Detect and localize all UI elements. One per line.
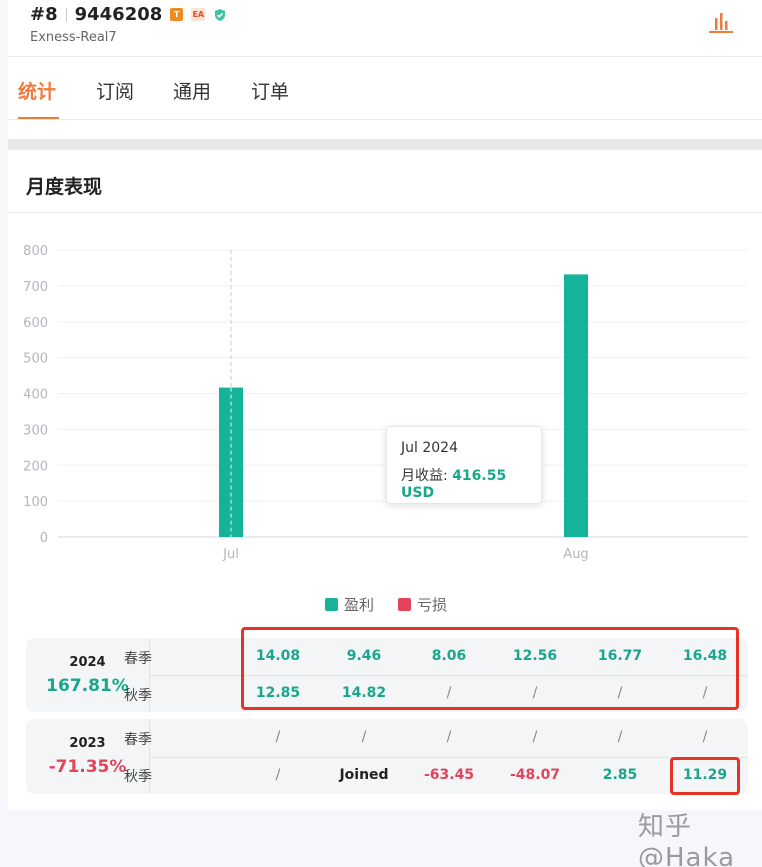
monthly-bar-chart[interactable]: 0 100 200 300 400 500 600 700 800 Jul Aug bbox=[0, 230, 762, 570]
account-title: #8 9446208 T EA bbox=[30, 4, 227, 25]
account-id: 9446208 bbox=[74, 4, 163, 25]
performance-cell: / bbox=[275, 729, 281, 745]
legend-swatch-loss bbox=[398, 598, 411, 611]
legend-label-profit: 盈利 bbox=[344, 596, 375, 614]
year-label: 2023 bbox=[69, 736, 106, 751]
server-name: Exness-Real7 bbox=[30, 30, 117, 45]
y-tick-label: 800 bbox=[23, 244, 48, 259]
performance-cell: / bbox=[275, 767, 281, 783]
row-divider bbox=[149, 757, 748, 758]
tab-subscribe[interactable]: 订阅 bbox=[96, 77, 134, 104]
legend-swatch-profit bbox=[325, 598, 338, 611]
section-divider bbox=[8, 212, 762, 213]
performance-cell: / bbox=[532, 729, 538, 745]
row-label-autumn: 秋季 bbox=[124, 688, 152, 704]
rank-label: #8 bbox=[30, 4, 58, 25]
tab-general[interactable]: 通用 bbox=[173, 77, 211, 104]
year-label: 2024 bbox=[69, 654, 106, 670]
year-total: -71.35% bbox=[48, 757, 127, 777]
chart-tooltip: Jul 2024 月收益: 416.55 USD bbox=[386, 426, 542, 504]
y-tick-label: 400 bbox=[23, 388, 48, 403]
row-label-spring: 春季 bbox=[124, 651, 152, 667]
y-tick-label: 300 bbox=[23, 423, 48, 438]
watermark: 知乎 @Haka bbox=[638, 812, 736, 867]
title-separator bbox=[65, 7, 67, 22]
y-tick-label: 700 bbox=[23, 280, 48, 295]
ea-badge: EA bbox=[191, 8, 206, 21]
verified-shield-icon bbox=[215, 8, 226, 21]
performance-cell: / bbox=[617, 729, 623, 745]
tooltip-label: 月收益: bbox=[401, 468, 448, 484]
bar-chart-icon[interactable] bbox=[708, 10, 734, 34]
tooltip-title: Jul 2024 bbox=[401, 440, 458, 456]
y-tick-label: 200 bbox=[23, 459, 48, 474]
y-tick-label: 600 bbox=[23, 316, 48, 331]
performance-cell: -63.45 bbox=[423, 767, 475, 783]
x-tick-label: Aug bbox=[563, 547, 588, 562]
header-divider bbox=[8, 56, 762, 57]
legend-item-loss[interactable]: 亏损 bbox=[398, 594, 447, 615]
y-tick-label: 0 bbox=[40, 531, 48, 546]
row-label-spring: 春季 bbox=[124, 732, 152, 748]
performance-cell: -48.07 bbox=[509, 767, 561, 783]
type-badge: T bbox=[170, 8, 184, 21]
section-title: 月度表现 bbox=[26, 176, 103, 198]
x-tick-label: Jul bbox=[222, 547, 239, 562]
highlight-box-2023-last bbox=[670, 757, 740, 795]
y-tick-label: 500 bbox=[23, 352, 48, 367]
legend-label-loss: 亏损 bbox=[417, 596, 448, 614]
tab-orders[interactable]: 订单 bbox=[251, 77, 289, 104]
y-tick-label: 100 bbox=[23, 495, 48, 510]
performance-cell: 2.85 bbox=[602, 767, 638, 783]
legend-item-profit[interactable]: 盈利 bbox=[325, 594, 374, 615]
performance-cell: / bbox=[446, 729, 452, 745]
performance-cell: / bbox=[361, 729, 367, 745]
tabs-divider bbox=[8, 119, 762, 120]
bar-aug bbox=[564, 274, 588, 537]
tab-stats[interactable]: 统计 bbox=[18, 77, 56, 104]
year-total: 167.81% bbox=[46, 675, 129, 696]
performance-cell: Joined bbox=[339, 767, 389, 783]
row-label-autumn: 秋季 bbox=[124, 769, 152, 785]
highlight-box-2024 bbox=[241, 627, 739, 710]
tooltip-row: 月收益: 416.55 USD bbox=[401, 465, 527, 501]
performance-cell: / bbox=[702, 729, 708, 745]
section-gap bbox=[8, 139, 762, 150]
